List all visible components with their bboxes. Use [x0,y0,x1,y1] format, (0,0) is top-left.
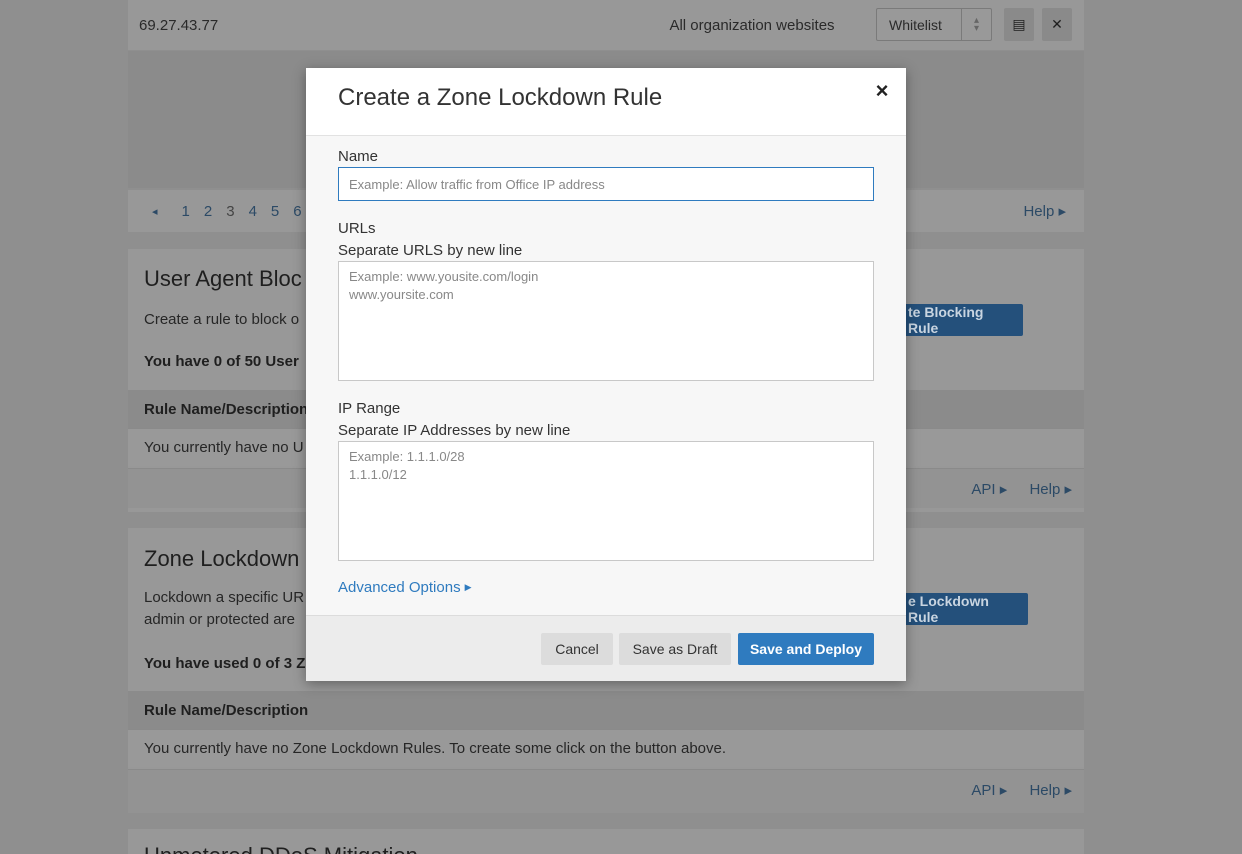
urls-sublabel: Separate URLS by new line [338,242,523,259]
ip-range-textarea[interactable] [338,441,874,561]
close-icon[interactable]: × [872,80,892,102]
delete-icon[interactable]: ✕ [1042,8,1072,41]
page-link[interactable]: 4 [249,203,257,220]
create-lockdown-rule-button[interactable]: e Lockdown Rule [898,593,1028,625]
page-link[interactable]: 1 [182,203,190,220]
page-link[interactable]: 2 [204,203,212,220]
ddos-section: Unmetered DDoS Mitigation [128,829,1084,854]
rule-ip: 69.27.43.77 [139,16,219,34]
section-title: User Agent Bloc [144,266,302,291]
mode-select[interactable]: Whitelist ▴ ▾ [876,8,992,41]
mode-select-value: Whitelist [889,16,942,33]
create-blocking-rule-button[interactable]: te Blocking Rule [898,304,1023,336]
name-label: Name [338,148,379,165]
modal-title: Create a Zone Lockdown Rule [338,84,663,111]
page-link-current[interactable]: 3 [226,203,234,220]
ip-range-label: IP Range [338,400,401,417]
help-link[interactable]: Help ▸ [1029,481,1072,498]
modal-header: Create a Zone Lockdown Rule × [306,68,906,136]
usage-count: You have used 0 of 3 Z [144,655,306,672]
save-draft-button[interactable]: Save as Draft [619,633,731,665]
select-arrows-icon: ▴ ▾ [961,9,991,40]
advanced-options-label: Advanced Options [338,579,461,596]
section-desc: Create a rule to block o [144,311,300,328]
save-deploy-button[interactable]: Save and Deploy [738,633,874,665]
table-header: Rule Name/Description [128,691,1084,729]
page-link[interactable]: 5 [271,203,279,220]
caret-right-icon: ▶ [464,582,472,592]
modal-footer: Cancel Save as Draft Save and Deploy [306,615,906,681]
cancel-button[interactable]: Cancel [541,633,613,665]
create-rule-modal: Create a Zone Lockdown Rule × Name URLs … [306,68,906,681]
pager-help-link[interactable]: Help ▸ [1023,202,1066,220]
api-link[interactable]: API ▸ [971,782,1007,799]
section-desc-line2: admin or protected are [144,611,295,628]
rule-scope: All organization websites [669,16,835,34]
table-empty-row: You currently have no Zone Lockdown Rule… [128,729,1084,767]
document-icon[interactable]: ▤ [1004,8,1034,41]
name-input[interactable] [338,167,874,201]
section-desc-line1: Lockdown a specific UR [144,589,305,606]
rule-row: 69.27.43.77 All organization websites Wh… [128,0,1084,50]
help-link[interactable]: Help ▸ [1029,782,1072,799]
advanced-options-toggle[interactable]: Advanced Options ▶ [338,579,472,596]
ip-range-sublabel: Separate IP Addresses by new line [338,422,571,439]
page-link[interactable]: 6 [293,203,301,220]
section-title: Zone Lockdown [144,546,300,571]
urls-textarea[interactable] [338,261,874,381]
section-title: Unmetered DDoS Mitigation [144,843,418,854]
api-link[interactable]: API ▸ [971,481,1007,498]
prev-page-icon[interactable]: ◂ [152,205,158,218]
usage-count: You have 0 of 50 User [144,353,299,370]
urls-label: URLs [338,220,376,237]
section-footer: API ▸ Help ▸ [128,769,1084,813]
